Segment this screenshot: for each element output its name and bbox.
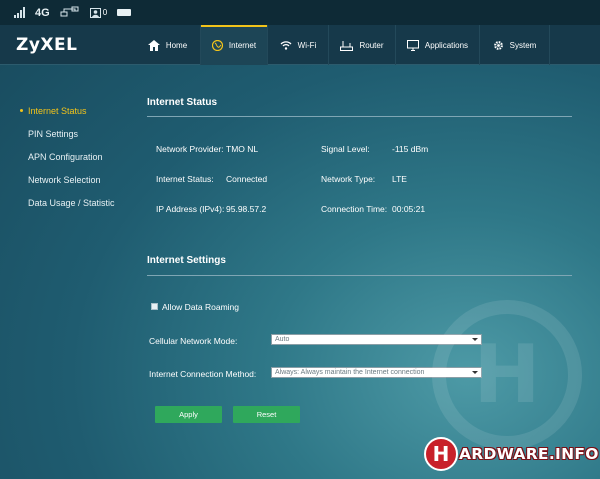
- device-status-bar: 4G 0: [0, 0, 600, 25]
- router-icon: [340, 40, 354, 51]
- hardware-info-text: ARDWARE.INFO: [459, 445, 599, 463]
- message-count: 0: [102, 8, 108, 17]
- network-provider-value: TMO NL: [226, 144, 259, 154]
- signal-level-value: -115 dBm: [392, 144, 429, 154]
- network-provider-label: Network Provider:: [156, 144, 224, 154]
- nav-home-label: Home: [165, 40, 188, 50]
- connection-time-label: Connection Time:: [321, 204, 388, 214]
- sidebar-menu: Internet Status PIN Settings APN Configu…: [18, 105, 138, 220]
- monitor-icon: [406, 39, 419, 51]
- hardware-info-badge: H: [424, 437, 458, 471]
- nav-internet[interactable]: Internet: [201, 25, 268, 65]
- internet-status-divider: [147, 116, 572, 117]
- nav-applications[interactable]: Applications: [396, 25, 480, 65]
- zyxel-logo: ZyXEL: [16, 35, 78, 55]
- battery-icon: [117, 9, 132, 16]
- nav-system[interactable]: System: [480, 25, 550, 65]
- ip-address-value: 95.98.57.2: [226, 204, 267, 214]
- sms-indicator[interactable]: 0: [89, 7, 108, 18]
- nav-internet-label: Internet: [228, 40, 257, 50]
- nav-system-label: System: [509, 40, 537, 50]
- nav-home[interactable]: Home: [135, 25, 201, 65]
- sidebar-item-pin-settings[interactable]: PIN Settings: [18, 128, 138, 151]
- internet-settings-divider: [147, 275, 572, 276]
- internet-settings-title: Internet Settings: [147, 255, 226, 266]
- globe-icon: [211, 39, 223, 51]
- signal-level-label: Signal Level:: [321, 144, 370, 154]
- home-icon: [147, 39, 160, 51]
- nav-wifi[interactable]: Wi-Fi: [268, 25, 329, 65]
- watermark-h-icon: [432, 300, 582, 450]
- network-type-label: Network Type:: [321, 174, 376, 184]
- signal-strength-icon: [14, 7, 25, 18]
- sidebar-item-apn-configuration[interactable]: APN Configuration: [18, 151, 138, 174]
- lan-icon: [60, 6, 80, 20]
- gear-icon: [493, 40, 503, 50]
- reset-button[interactable]: Reset: [233, 406, 300, 423]
- internet-status-label: Internet Status:: [156, 174, 214, 184]
- sidebar-item-data-usage[interactable]: Data Usage / Statistic: [18, 197, 138, 220]
- internet-status-title: Internet Status: [147, 97, 218, 108]
- allow-data-roaming-label: Allow Data Roaming: [162, 302, 240, 312]
- network-type-indicator: 4G: [35, 6, 50, 19]
- internet-status-value: Connected: [226, 174, 268, 184]
- message-icon: [89, 7, 101, 18]
- nav-wifi-label: Wi-Fi: [297, 40, 317, 50]
- hardware-info-logo: H ARDWARE.INFO: [424, 437, 599, 471]
- top-header: ZyXEL Home Internet Wi-Fi Router Applica…: [0, 25, 600, 65]
- ip-address-label: IP Address (IPv4):: [156, 204, 225, 214]
- cellular-network-mode-value: Auto: [275, 336, 290, 343]
- connection-method-value: Always: Always maintain the Internet con…: [275, 369, 425, 376]
- connection-method-label: Internet Connection Method:: [149, 369, 257, 379]
- nav-router[interactable]: Router: [329, 25, 396, 65]
- sidebar-item-internet-status[interactable]: Internet Status: [18, 105, 138, 128]
- nav-applications-label: Applications: [424, 40, 469, 50]
- main-nav: Home Internet Wi-Fi Router Applications …: [135, 25, 550, 65]
- nav-router-label: Router: [359, 40, 384, 50]
- wifi-icon: [280, 41, 292, 50]
- cellular-network-mode-label: Cellular Network Mode:: [149, 336, 238, 346]
- sidebar-item-network-selection[interactable]: Network Selection: [18, 174, 138, 197]
- allow-data-roaming-checkbox[interactable]: [151, 303, 158, 310]
- apply-button[interactable]: Apply: [155, 406, 222, 423]
- connection-time-value: 00:05:21: [392, 204, 426, 214]
- network-type-value: LTE: [392, 174, 407, 184]
